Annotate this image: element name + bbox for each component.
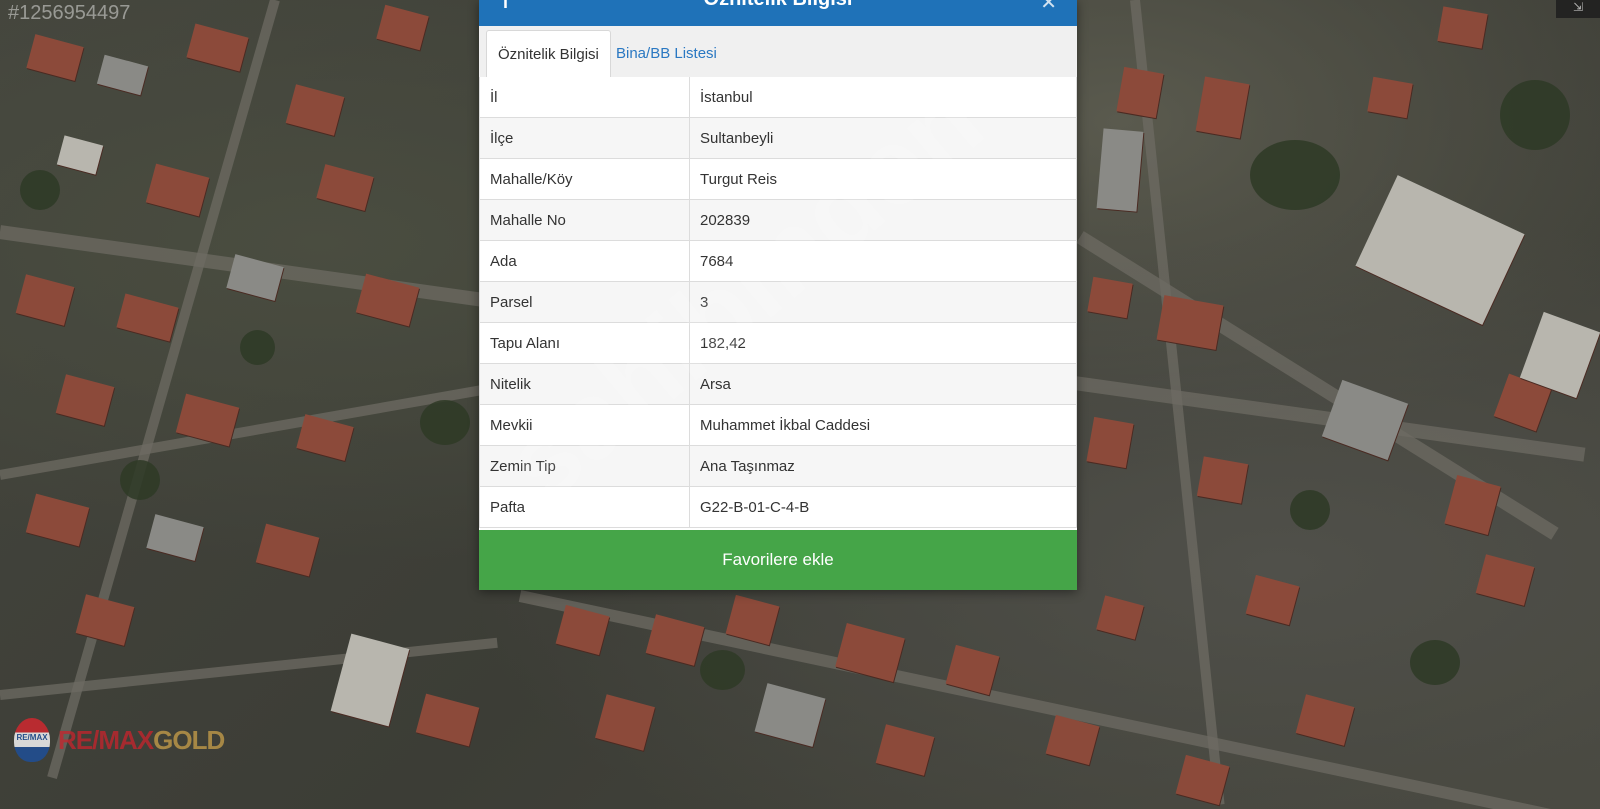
listing-id-watermark: #1256954497 xyxy=(8,2,131,24)
attribute-value: 202839 xyxy=(689,199,1077,241)
table-row: Mahalle/Köy Turgut Reis xyxy=(479,158,1077,200)
attribute-value: 182,42 xyxy=(689,322,1077,364)
tab-building-list[interactable]: Bina/BB Listesi xyxy=(605,30,728,77)
attribute-key: Tapu Alanı xyxy=(479,322,690,364)
attribute-key: Nitelik xyxy=(479,363,690,405)
table-row: Parsel 3 xyxy=(479,281,1077,323)
dialog-header: i Öznitelik Bilgisi ✕ xyxy=(479,0,1077,26)
table-row: Nitelik Arsa xyxy=(479,363,1077,405)
attribute-value: Ana Taşınmaz xyxy=(689,445,1077,487)
attribute-key: İlçe xyxy=(479,117,690,159)
attribute-value: 3 xyxy=(689,281,1077,323)
map-control-button[interactable]: ⇲ xyxy=(1556,0,1600,18)
attribute-key: Mahalle/Köy xyxy=(479,158,690,200)
tab-attribute-info[interactable]: Öznitelik Bilgisi xyxy=(486,30,611,79)
table-row: İl İstanbul xyxy=(479,77,1077,118)
table-row: Zemin Tip Ana Taşınmaz xyxy=(479,445,1077,487)
attribute-key: Ada xyxy=(479,240,690,282)
attribute-key: Mevkii xyxy=(479,404,690,446)
attribute-key: Zemin Tip xyxy=(479,445,690,487)
table-row: Ada 7684 xyxy=(479,240,1077,282)
attribute-value: 7684 xyxy=(689,240,1077,282)
close-icon[interactable]: ✕ xyxy=(1040,0,1057,15)
attribute-key: Mahalle No xyxy=(479,199,690,241)
table-row: İlçe Sultanbeyli xyxy=(479,117,1077,159)
attribute-value: Muhammet İkbal Caddesi xyxy=(689,404,1077,446)
dialog-title: Öznitelik Bilgisi xyxy=(479,0,1077,11)
attribute-key: Parsel xyxy=(479,281,690,323)
attribute-value: Sultanbeyli xyxy=(689,117,1077,159)
attribute-value: İstanbul xyxy=(689,77,1077,118)
attribute-value: Turgut Reis xyxy=(689,158,1077,200)
attribute-value: G22-B-01-C-4-B xyxy=(689,486,1077,528)
add-to-favorites-button[interactable]: Favorilere ekle xyxy=(479,530,1077,590)
attribute-table: İl İstanbul İlçe Sultanbeyli Mahalle/Köy Turg… xyxy=(479,77,1077,528)
remax-logo: RE/MAX RE/MAXGOLD xyxy=(14,718,225,762)
attribute-key: Pafta xyxy=(479,486,690,528)
remax-balloon-icon: RE/MAX xyxy=(14,718,50,762)
table-row: Pafta G22-B-01-C-4-B xyxy=(479,486,1077,528)
dialog-tabs: Öznitelik Bilgisi Bina/BB Listesi xyxy=(479,26,1077,79)
table-row: Mevkii Muhammet İkbal Caddesi xyxy=(479,404,1077,446)
table-row: Mahalle No 202839 xyxy=(479,199,1077,241)
attribute-key: İl xyxy=(479,77,690,118)
attribute-info-dialog: i Öznitelik Bilgisi ✕ Öznitelik Bilgisi … xyxy=(479,0,1077,590)
attribute-value: Arsa xyxy=(689,363,1077,405)
table-row: Tapu Alanı 182,42 xyxy=(479,322,1077,364)
